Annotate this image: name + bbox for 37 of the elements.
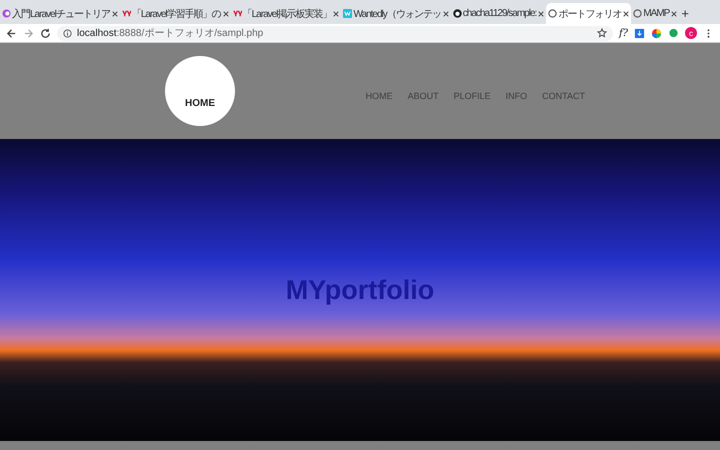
hero-title: MYportfolio — [286, 274, 434, 306]
download-icon[interactable] — [634, 28, 645, 38]
close-icon[interactable] — [333, 10, 340, 16]
browser-tab[interactable]: MAMP — [631, 3, 680, 24]
color-wheel-icon[interactable] — [651, 28, 662, 38]
close-icon[interactable] — [538, 10, 544, 16]
y-logo-icon — [122, 9, 131, 18]
home-logo[interactable]: HOME — [165, 56, 235, 126]
browser-tab[interactable]: chacha1129/sample: — [450, 3, 546, 24]
tab-title: chacha1129/sample: — [462, 8, 536, 19]
browser-tab[interactable]: 入門Laravelチュートリア — [0, 3, 120, 24]
close-icon[interactable] — [442, 10, 449, 16]
url-text: localhost:8888/ポートフォリオ/sampl.php — [77, 27, 264, 40]
info-icon — [63, 28, 72, 38]
tab-title: Wantedly（ウォンテッ — [353, 8, 441, 20]
extension-label[interactable]: f? — [618, 28, 628, 38]
close-icon[interactable] — [222, 10, 229, 16]
tab-title: 「Laravel掲示板実装」 — [242, 8, 332, 20]
tab-title: 「Laravel学習手順」の — [132, 8, 221, 20]
browser-tab[interactable]: 「Laravel学習手順」の — [120, 3, 231, 24]
browser-tab[interactable]: 「Laravel掲示板実装」 — [230, 3, 342, 24]
close-icon[interactable] — [623, 10, 630, 16]
tab-title: 入門Laravelチュートリア — [12, 8, 110, 20]
browser-tab[interactable]: ポートフォリオ — [546, 3, 632, 24]
profile-avatar[interactable]: c — [685, 27, 697, 39]
new-tab-button[interactable]: + — [679, 3, 691, 24]
tab-title: ポートフォリオ — [558, 8, 622, 20]
star-icon[interactable] — [596, 28, 607, 38]
close-icon[interactable] — [112, 10, 118, 16]
y-logo-icon — [232, 9, 242, 18]
back-icon[interactable] — [6, 28, 17, 38]
tab-title: MAMP — [643, 8, 670, 19]
reload-icon[interactable] — [40, 28, 51, 38]
close-icon[interactable] — [671, 10, 678, 16]
address-bar[interactable]: localhost:8888/ポートフォリオ/sampl.php — [57, 26, 613, 40]
browser-tab[interactable]: Wantedly（ウォンテッ — [341, 3, 451, 24]
w-logo-icon — [343, 9, 352, 18]
